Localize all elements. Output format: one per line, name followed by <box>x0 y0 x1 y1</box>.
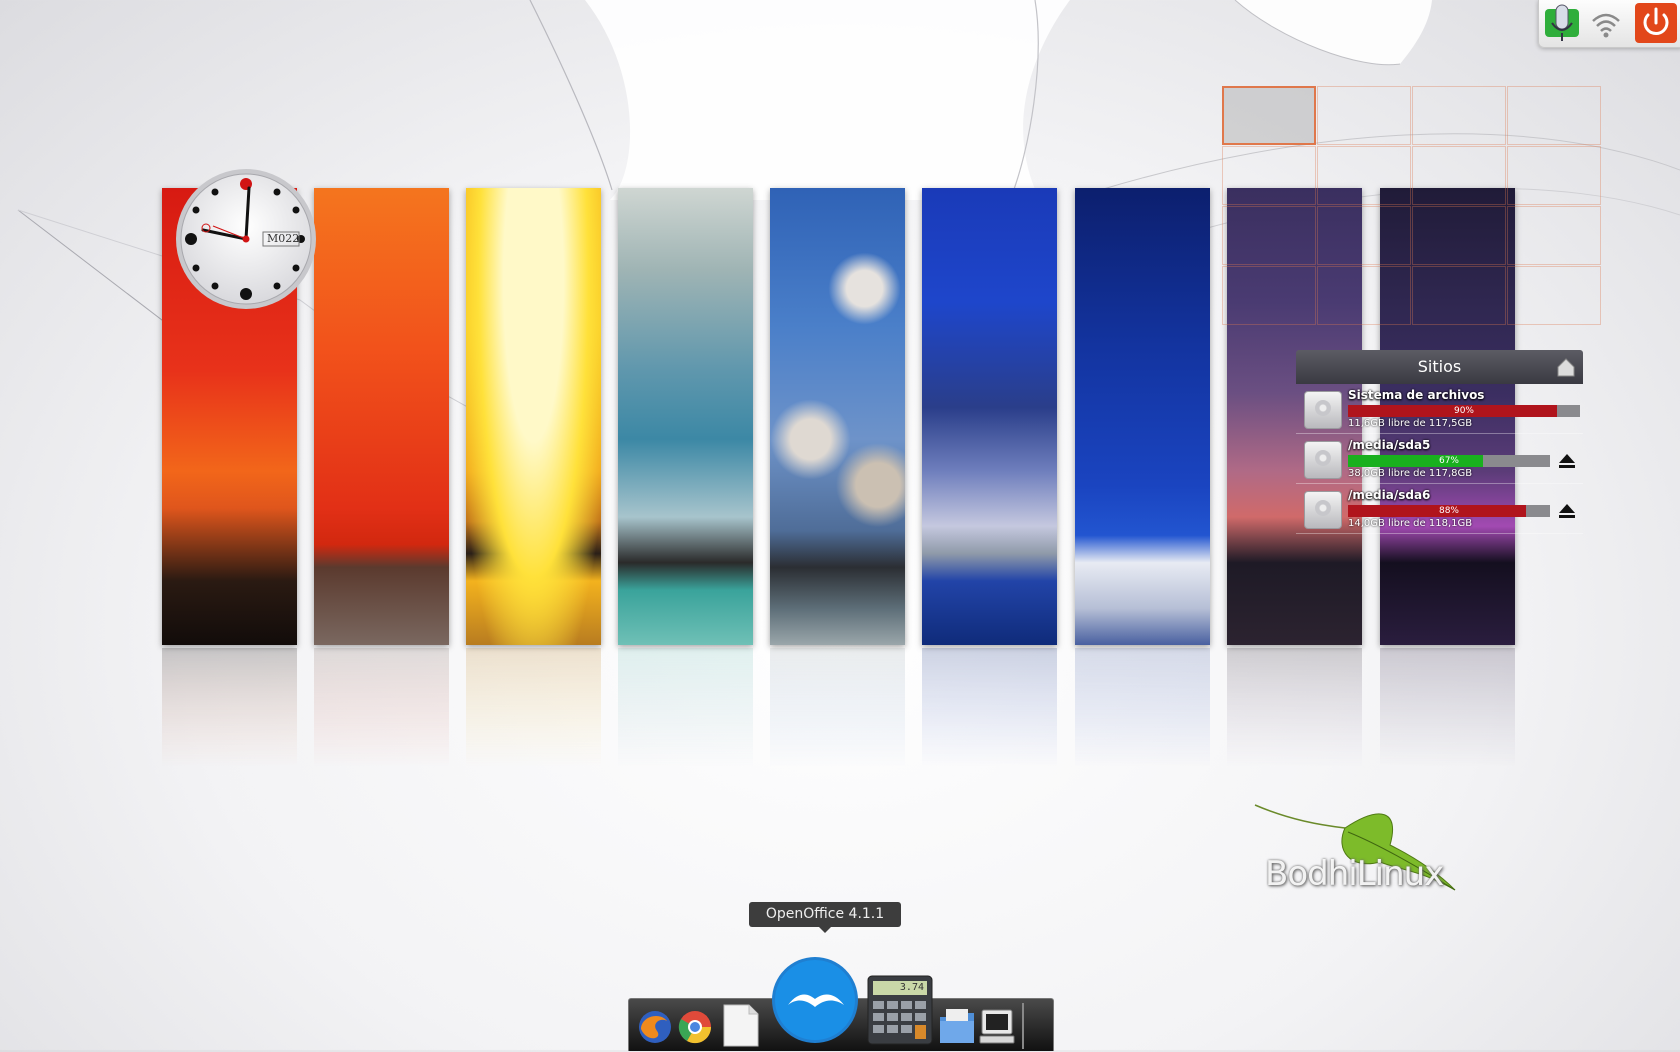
pager-desk[interactable] <box>1222 146 1316 205</box>
drive-free-space: 11,6GB libre de 117,5GB <box>1348 418 1473 429</box>
wallpaper-panel-4 <box>618 188 753 645</box>
terminal-icon[interactable] <box>979 1007 1015 1045</box>
pager-desk[interactable] <box>1507 206 1601 265</box>
pager-desk[interactable] <box>1412 266 1506 325</box>
file-manager-icon[interactable] <box>938 1007 976 1047</box>
pager-desk[interactable] <box>1222 86 1316 145</box>
clock-gadget[interactable]: M022 <box>173 166 319 312</box>
dock-tooltip: OpenOffice 4.1.1 <box>749 902 901 933</box>
drive-usage-bar: 88% <box>1348 505 1550 517</box>
wallpaper-panel-5 <box>770 188 905 645</box>
hard-drive-icon <box>1304 441 1342 479</box>
drive-item[interactable]: Sistema de archivos 90% 11,6GB libre de … <box>1296 384 1583 434</box>
chromium-icon[interactable] <box>677 1009 713 1045</box>
dock-bar: 3.74 <box>628 957 1054 1051</box>
pager-desk[interactable] <box>1317 146 1411 205</box>
drive-free-space: 38,0GB libre de 117,8GB <box>1348 468 1473 479</box>
eject-icon[interactable] <box>1557 452 1577 470</box>
panel-reflection <box>1075 648 1210 768</box>
pager-desk[interactable] <box>1317 206 1411 265</box>
pager-desk[interactable] <box>1317 86 1411 145</box>
pager-desk[interactable] <box>1317 266 1411 325</box>
drive-name: /media/sda6 <box>1348 488 1431 502</box>
text-editor-icon[interactable] <box>721 1002 761 1048</box>
panel-reflection <box>618 648 753 768</box>
drive-usage-percent: 88% <box>1438 506 1459 516</box>
places-header: Sitios <box>1296 350 1583 384</box>
openoffice-icon[interactable] <box>770 955 860 1045</box>
places-gadget: Sitios Sistema de archivos 90% 11,6GB li… <box>1296 350 1583 534</box>
panel-reflection <box>314 648 449 768</box>
hard-drive-icon <box>1304 391 1342 429</box>
wallpaper-panel-7 <box>1075 188 1210 645</box>
dock-separator <box>1022 1003 1024 1049</box>
wallpaper-panel-3 <box>466 188 601 645</box>
pager-desk[interactable] <box>1507 146 1601 205</box>
eject-icon[interactable] <box>1557 502 1577 520</box>
pager-desk[interactable] <box>1222 266 1316 325</box>
desktop-pager <box>1222 86 1601 325</box>
pager-desk[interactable] <box>1222 206 1316 265</box>
pager-desk[interactable] <box>1507 266 1601 325</box>
drive-usage-percent: 67% <box>1438 456 1459 466</box>
places-title: Sitios <box>1417 357 1462 376</box>
drive-free-space: 14,0GB libre de 118,1GB <box>1348 518 1473 529</box>
calculator-icon[interactable]: 3.74 <box>867 975 933 1045</box>
drive-item[interactable]: /media/sda6 88% 14,0GB libre de 118,1GB <box>1296 484 1583 534</box>
hard-drive-icon <box>1304 491 1342 529</box>
panel-reflection <box>770 648 905 768</box>
panel-reflection <box>466 648 601 768</box>
drive-usage-percent: 90% <box>1453 406 1474 416</box>
wallpaper-panel-2 <box>314 188 449 645</box>
wallpaper-panel-6 <box>922 188 1057 645</box>
system-tray <box>1538 0 1680 48</box>
panel-reflection <box>1227 648 1362 768</box>
panel-reflection <box>162 648 297 768</box>
pager-desk[interactable] <box>1412 146 1506 205</box>
microphone-icon[interactable] <box>1543 3 1581 43</box>
pager-desk[interactable] <box>1507 86 1601 145</box>
pager-desk[interactable] <box>1412 206 1506 265</box>
drive-usage-bar: 90% <box>1348 405 1580 417</box>
drive-item[interactable]: /media/sda5 67% 38,0GB libre de 117,8GB <box>1296 434 1583 484</box>
clock-brand-text: M022 <box>267 232 300 245</box>
panel-reflection <box>922 648 1057 768</box>
power-icon[interactable] <box>1635 3 1677 43</box>
calculator-display: 3.74 <box>899 982 924 993</box>
wifi-icon[interactable] <box>1587 3 1625 43</box>
drive-name: /media/sda5 <box>1348 438 1431 452</box>
drive-name: Sistema de archivos <box>1348 388 1485 402</box>
firefox-icon[interactable] <box>637 1009 673 1045</box>
drive-usage-bar: 67% <box>1348 455 1550 467</box>
pager-desk[interactable] <box>1412 86 1506 145</box>
panel-reflection <box>1380 648 1515 768</box>
home-icon[interactable] <box>1555 356 1577 378</box>
bodhi-watermark: BodhiLinux <box>1265 854 1444 894</box>
